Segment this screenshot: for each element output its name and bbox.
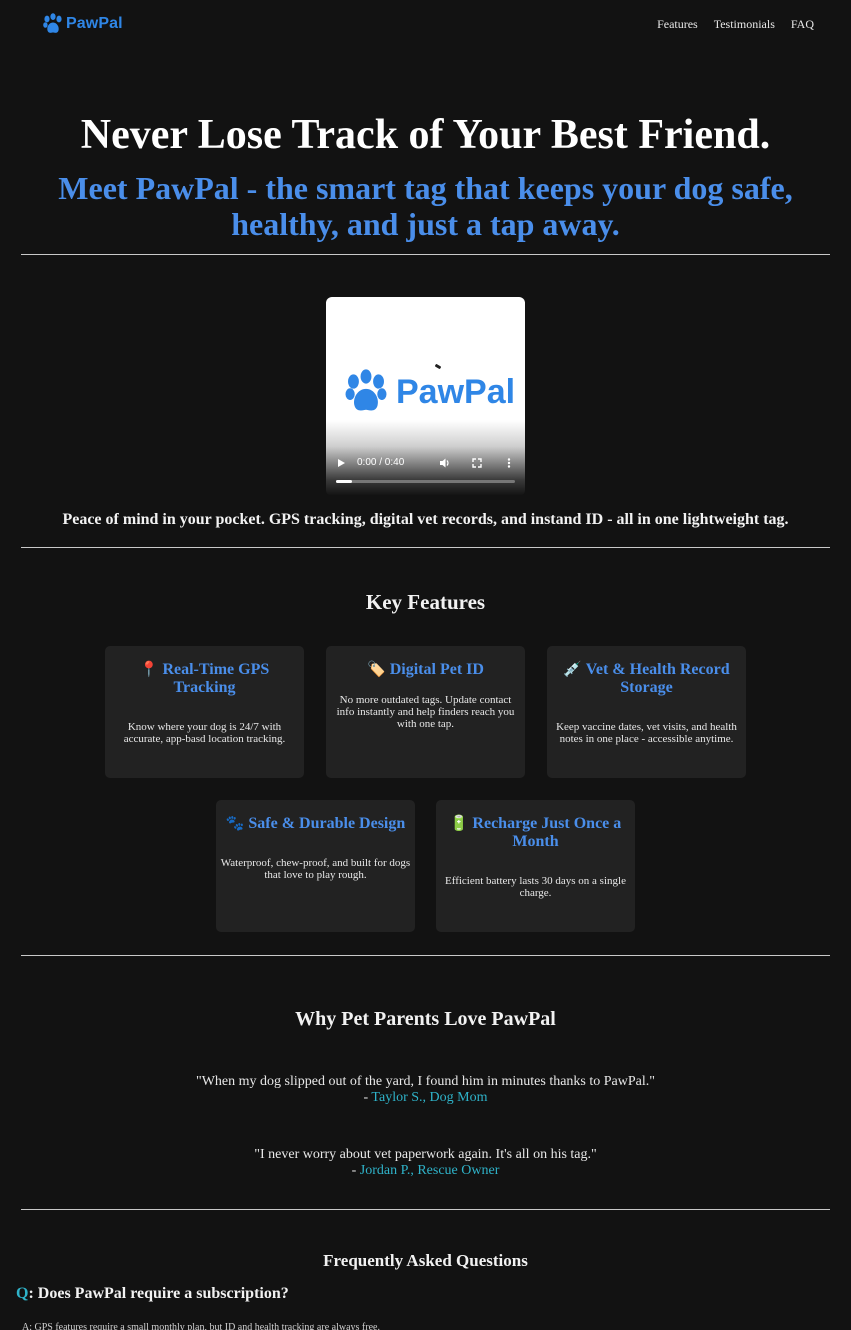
divider: [21, 254, 830, 255]
main-nav: Features Testimonials FAQ: [657, 17, 814, 32]
feature-text: No more outdated tags. Update contact in…: [336, 694, 515, 730]
testimonial-quote: "I never worry about vet paperwork again…: [254, 1147, 597, 1162]
tagline: Peace of mind in your pocket. GPS tracki…: [62, 511, 789, 528]
feature-text: Efficient battery lasts 30 days on a sin…: [445, 875, 626, 899]
feature-text: Keep vaccine dates, vet visits, and heal…: [556, 721, 737, 745]
hero-title: Never Lose Track of Your Best Friend.: [80, 112, 771, 158]
feature-title: 📍 Real-Time GPS Tracking: [139, 660, 270, 696]
video-logo-text: PawPal: [396, 372, 516, 411]
paw-icon: [43, 13, 62, 33]
faq-question: Q: Does PawPal require a subscription?: [16, 1285, 289, 1302]
page: PawPal Features Testimonials FAQ Never L…: [0, 0, 851, 1330]
play-icon[interactable]: [338, 459, 345, 467]
nav-link-faq[interactable]: FAQ: [791, 17, 814, 32]
feature-card: 🐾 Safe & Durable Design Waterproof, chew…: [216, 800, 415, 932]
faq-heading: Frequently Asked Questions: [323, 1251, 528, 1270]
video-poster-logo: PawPal: [342, 369, 515, 415]
feature-title: 🔋 Recharge Just Once a Month: [449, 814, 622, 850]
feature-text: Waterproof, chew-proof, and built for do…: [220, 857, 411, 881]
features-heading: Key Features: [365, 590, 486, 614]
testimonial-byline: - Jordan P., Rescue Owner: [351, 1163, 500, 1178]
video-progress-fill: [336, 480, 353, 483]
feature-card: 🏷️ Digital Pet ID No more outdated tags.…: [326, 646, 525, 778]
feature-card: 📍 Real-Time GPS Tracking Know where your…: [105, 646, 304, 778]
faq-q-marker: Q: [16, 1285, 29, 1302]
testimonial-quote: "When my dog slipped out of the yard, I …: [196, 1074, 655, 1089]
video-controls: 0:00 / 0:40: [326, 436, 525, 496]
nav-link-features[interactable]: Features: [657, 17, 698, 32]
feature-title: 💉 Vet & Health Record Storage: [563, 660, 730, 696]
testimonial-byline: - Taylor S., Dog Mom: [363, 1090, 488, 1105]
divider: [21, 955, 830, 956]
video-progress-bar[interactable]: [336, 480, 515, 483]
brand-logo[interactable]: PawPal: [43, 12, 123, 36]
paw-icon: [345, 369, 387, 411]
brand-name: PawPal: [66, 15, 123, 32]
testimonial: "I never worry about vet paperwork again…: [0, 1147, 851, 1179]
feature-title: 🏷️ Digital Pet ID: [367, 660, 484, 678]
tag-icon: 🏷️: [367, 660, 386, 678]
fullscreen-icon[interactable]: [471, 457, 483, 469]
battery-icon: 🔋: [449, 814, 469, 832]
testimonial: "When my dog slipped out of the yard, I …: [0, 1074, 851, 1106]
faq-answer: A: GPS features require a small monthly …: [22, 1322, 380, 1330]
testimonials-heading: Why Pet Parents Love PawPal: [295, 1008, 556, 1030]
top-bar: PawPal Features Testimonials FAQ: [0, 0, 851, 50]
pin-icon: 📍: [139, 660, 159, 678]
video-time: 0:00 / 0:40: [357, 457, 405, 468]
volume-icon[interactable]: [439, 457, 451, 469]
divider: [21, 547, 830, 548]
testimonial-author: Taylor S., Dog Mom: [371, 1090, 488, 1105]
feature-card: 🔋 Recharge Just Once a Month Efficient b…: [436, 800, 635, 932]
paw-prints-icon: 🐾: [225, 814, 245, 832]
more-options-icon[interactable]: [503, 457, 515, 469]
divider: [21, 1209, 830, 1210]
testimonial-author: Jordan P., Rescue Owner: [359, 1163, 500, 1178]
feature-text: Know where your dog is 24/7 with accurat…: [123, 721, 286, 745]
feature-card: 💉 Vet & Health Record Storage Keep vacci…: [547, 646, 746, 778]
product-video[interactable]: PawPal 0:00 / 0:40: [326, 297, 525, 496]
nav-link-testimonials[interactable]: Testimonials: [714, 17, 775, 32]
hero-subtitle: Meet PawPal - the smart tag that keeps y…: [58, 170, 793, 242]
feature-title: 🐾 Safe & Durable Design: [225, 814, 406, 832]
syringe-icon: 💉: [563, 660, 583, 678]
